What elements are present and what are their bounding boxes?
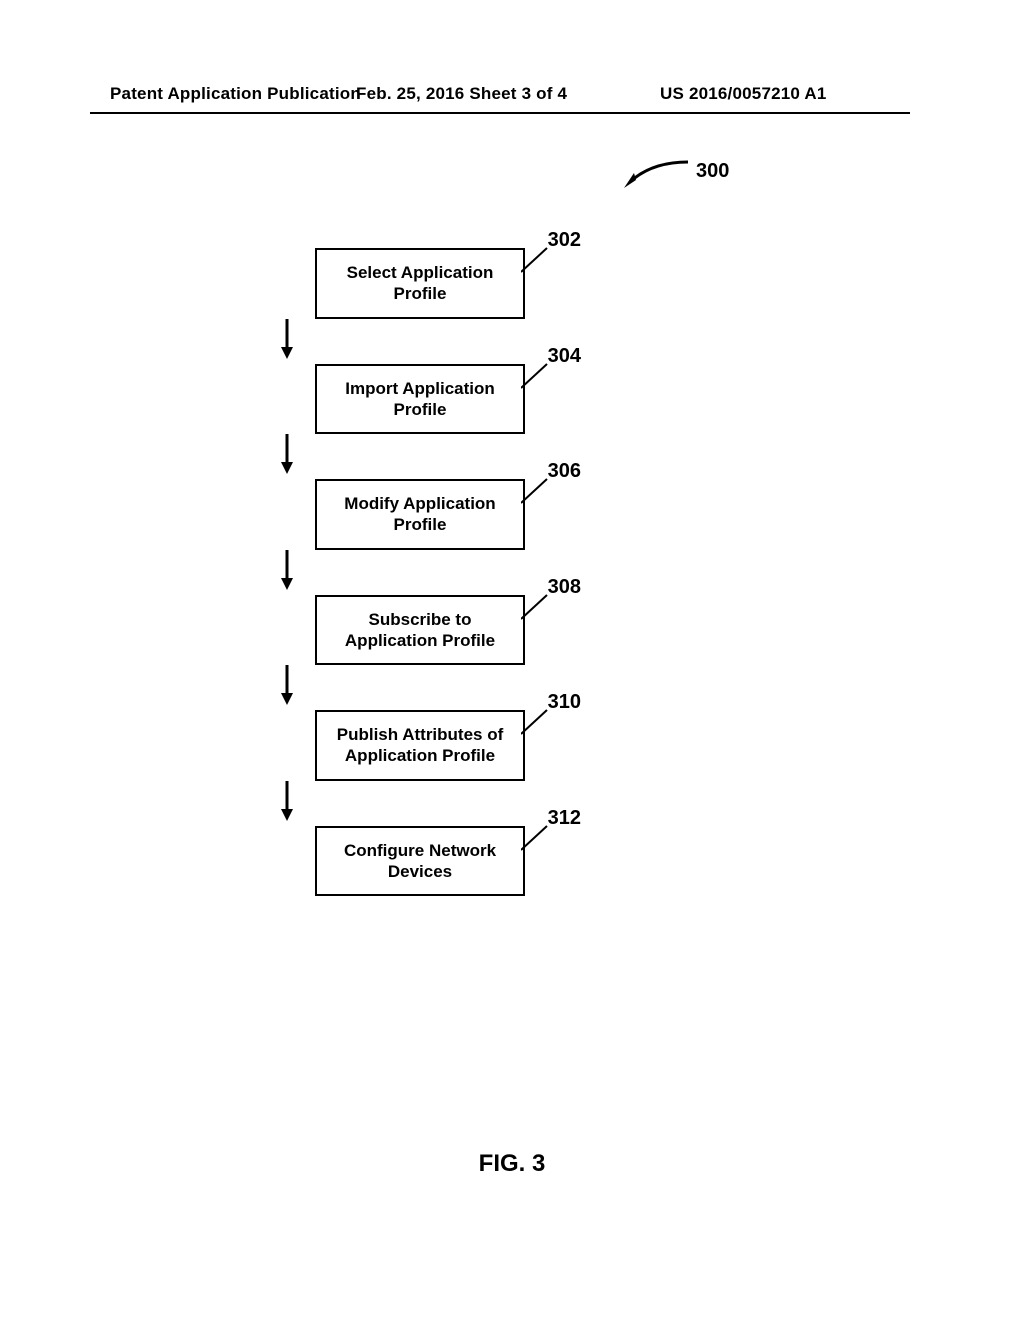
step-310: 310 Publish Attributes of Application Pr… (315, 710, 525, 781)
step-302: 302 Select Application Profile (315, 248, 525, 319)
page: Patent Application Publication Feb. 25, … (0, 0, 1024, 1320)
step-ref: 310 (548, 690, 581, 715)
swoosh-arrow-icon (620, 158, 690, 188)
step-312: 312 Configure Network Devices (315, 826, 525, 897)
step-text: Publish Attributes of Application Profil… (337, 725, 504, 765)
header-rule (90, 112, 910, 114)
step-text: Import Application Profile (345, 379, 495, 419)
figure-reference-300: 300 (620, 158, 740, 198)
step-text: Configure Network Devices (344, 841, 496, 881)
step-ref: 304 (548, 344, 581, 369)
step-306: 306 Modify Application Profile (315, 479, 525, 550)
step-ref: 302 (548, 228, 581, 253)
header-right: US 2016/0057210 A1 (660, 84, 827, 104)
header-center: Feb. 25, 2016 Sheet 3 of 4 (356, 84, 567, 104)
flowchart: 302 Select Application Profile 304 Impor… (280, 248, 560, 896)
step-308: 308 Subscribe to Application Profile (315, 595, 525, 666)
step-ref: 312 (548, 806, 581, 831)
arrow-down-icon (280, 319, 294, 359)
figure-label: FIG. 3 (0, 1150, 1024, 1178)
step-text: Select Application Profile (347, 263, 494, 303)
step-ref: 308 (548, 575, 581, 600)
step-304: 304 Import Application Profile (315, 364, 525, 435)
step-text: Subscribe to Application Profile (345, 610, 495, 650)
arrow-down-icon (280, 781, 294, 821)
arrow-down-icon (280, 665, 294, 705)
arrow-down-icon (280, 434, 294, 474)
step-ref: 306 (548, 459, 581, 484)
header-left: Patent Application Publication (110, 84, 361, 104)
figure-reference-number: 300 (696, 160, 729, 183)
step-text: Modify Application Profile (344, 494, 495, 534)
arrow-down-icon (280, 550, 294, 590)
